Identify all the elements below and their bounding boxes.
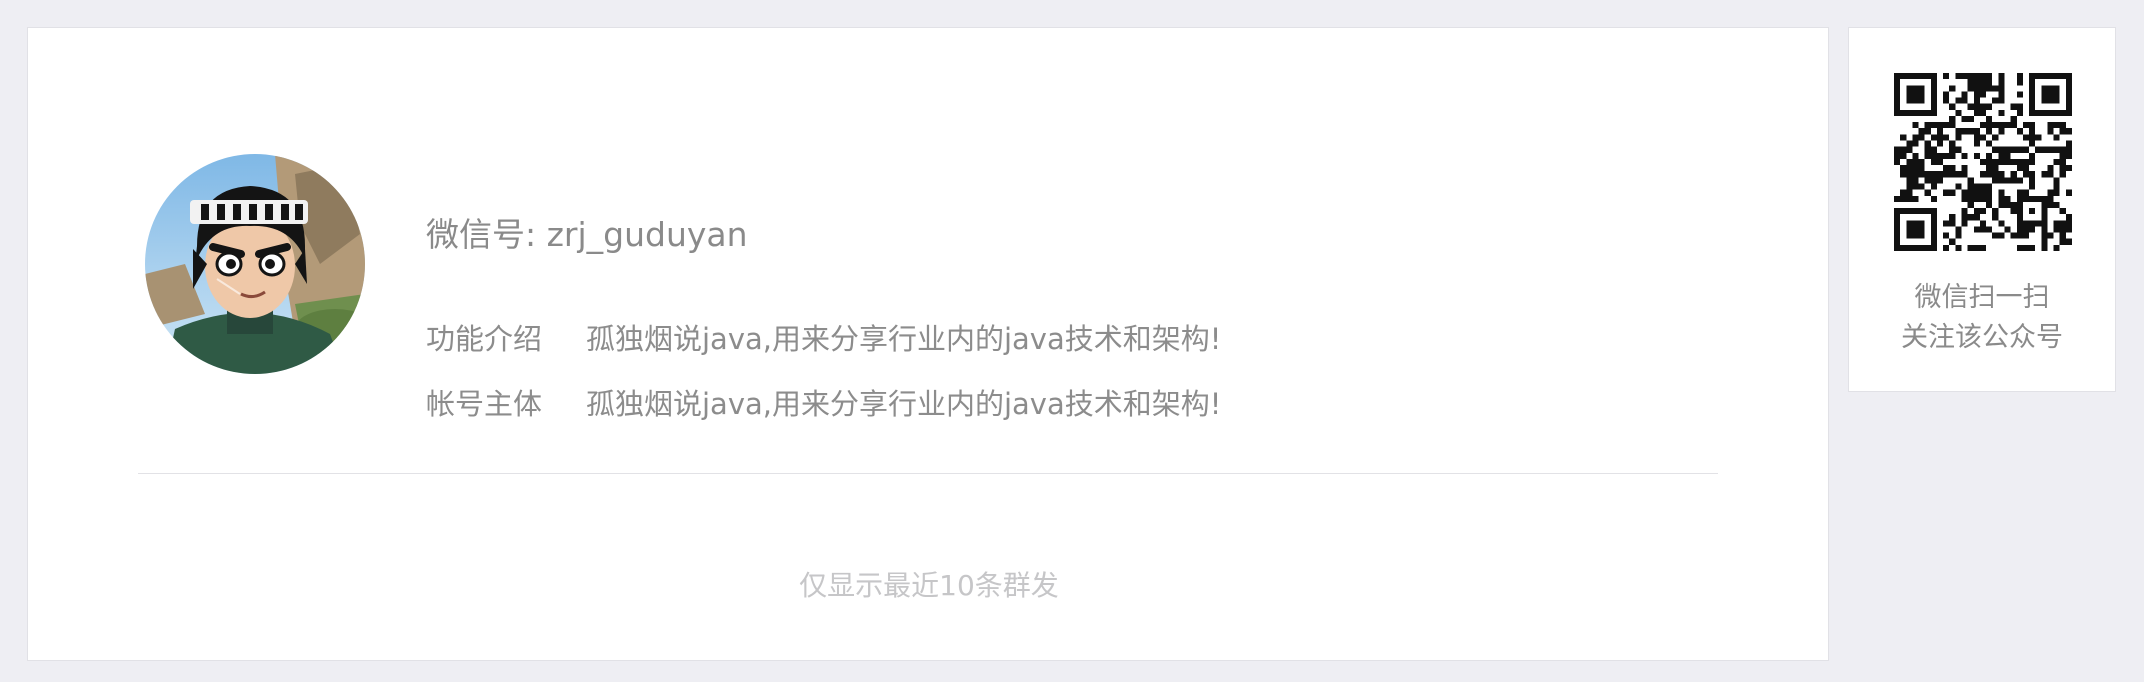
divider [138,473,1718,474]
scan-tip: 微信扫一扫 关注该公众号 [1849,278,2115,358]
subject-label: 帐号主体 [426,387,543,421]
intro-value: 孤独烟说java,用来分享行业内的java技术和架构! [586,322,1222,356]
scan-tip-line1: 微信扫一扫 [1914,282,2050,313]
wechat-id: 微信号: zrj_guduyan [426,215,748,254]
subject-value: 孤独烟说java,用来分享行业内的java技术和架构! [586,387,1222,421]
intro-row: 功能介绍 孤独烟说java,用来分享行业内的java技术和架构! [426,316,1221,358]
subject-row: 帐号主体 孤独烟说java,用来分享行业内的java技术和架构! [426,381,1221,423]
avatar [145,154,365,374]
scan-tip-line2: 关注该公众号 [1901,322,2063,353]
intro-label: 功能介绍 [426,322,543,356]
account-profile-card: 微信号: zrj_guduyan 功能介绍孤独烟说java,用来分享行业内的ja… [27,27,1829,661]
qr-code-card: 微信扫一扫 关注该公众号 [1848,27,2116,392]
qr-code-icon [1894,73,2072,251]
recent-messages-notice: 仅显示最近10条群发 [799,569,1059,602]
